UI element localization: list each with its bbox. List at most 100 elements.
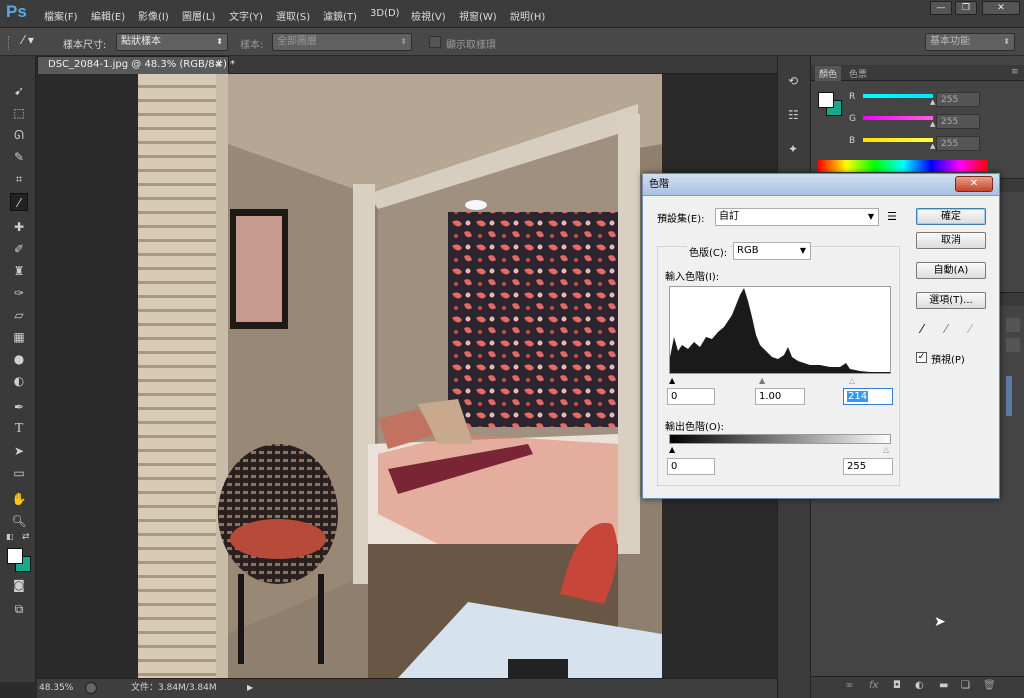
tab-close-icon[interactable]: ×: [215, 57, 223, 73]
swap-colors-icon[interactable]: ⇄: [22, 532, 30, 542]
type-tool-icon[interactable]: T: [10, 420, 28, 438]
input-black-slider-icon[interactable]: ▲: [669, 376, 675, 385]
trash-icon[interactable]: 🗑︎: [983, 680, 996, 691]
layers-scrollbar[interactable]: [1006, 376, 1012, 416]
blur-tool-icon[interactable]: ●: [10, 350, 28, 368]
close-window-button[interactable]: ✕: [982, 1, 1020, 15]
zoom-level[interactable]: 48.35%: [39, 679, 73, 697]
channel-dropdown[interactable]: RGB ▼: [733, 242, 811, 260]
quick-mask-icon[interactable]: ◙: [10, 576, 28, 594]
input-white-field[interactable]: 214: [843, 388, 893, 405]
new-layer-icon[interactable]: ❏: [961, 680, 970, 691]
menu-image[interactable]: 影像(I): [138, 8, 169, 23]
document-tab[interactable]: DSC_2084-1.jpg @ 48.3% (RGB/8#) * ×: [37, 56, 235, 74]
fx-icon[interactable]: fx: [869, 680, 878, 691]
menu-layer[interactable]: 圖層(L): [182, 8, 215, 23]
eyedropper-preset-icon[interactable]: ⁄ ▾: [22, 33, 50, 51]
channel-g-slider[interactable]: [863, 116, 933, 120]
input-gamma-slider-icon[interactable]: ▲: [759, 376, 765, 385]
stamp-tool-icon[interactable]: ♜: [10, 262, 28, 280]
gray-point-eyedropper-icon[interactable]: ⁄: [945, 322, 947, 336]
gradient-tool-icon[interactable]: ▦: [10, 328, 28, 346]
history-panel-icon[interactable]: ⟲: [788, 74, 798, 88]
screen-mode-icon[interactable]: ⧉: [10, 600, 28, 618]
sample-size-dropdown[interactable]: 點狀樣本 ⬍: [116, 33, 228, 51]
path-select-tool-icon[interactable]: ➤: [10, 442, 28, 460]
options-button[interactable]: 選項(T)...: [916, 292, 986, 309]
sample-dropdown[interactable]: 全部圖層 ⬍: [272, 33, 412, 51]
pen-tool-icon[interactable]: ✒: [10, 398, 28, 416]
input-black-field[interactable]: 0: [667, 388, 715, 405]
brush-tool-icon[interactable]: ✐: [10, 240, 28, 258]
auto-button[interactable]: 自動(A): [916, 262, 986, 279]
quick-select-tool-icon[interactable]: ✎: [10, 148, 28, 166]
hand-tool-icon[interactable]: ✋: [10, 490, 28, 508]
tab-color[interactable]: 顏色: [815, 66, 842, 81]
healing-brush-tool-icon[interactable]: ✚: [10, 218, 28, 236]
shape-tool-icon[interactable]: ▭: [10, 464, 28, 482]
menu-filter[interactable]: 濾鏡(T): [323, 8, 357, 23]
dialog-title-bar[interactable]: 色階: [643, 174, 999, 196]
channel-b-thumb[interactable]: ▲: [930, 142, 935, 150]
black-point-eyedropper-icon[interactable]: ⁄: [921, 322, 923, 336]
menu-3d[interactable]: 3D(D): [370, 8, 400, 19]
zoom-tool-icon[interactable]: 🔍︎: [10, 512, 28, 530]
menu-help[interactable]: 說明(H): [510, 8, 545, 23]
output-white-slider-icon[interactable]: △: [883, 445, 889, 454]
status-menu-arrow-icon[interactable]: ▶: [247, 679, 253, 697]
status-info-icon[interactable]: [85, 682, 97, 694]
channel-b-slider[interactable]: [863, 138, 933, 142]
document-photo[interactable]: [138, 74, 662, 678]
channel-r-thumb[interactable]: ▲: [930, 98, 935, 106]
marquee-tool-icon[interactable]: ⬚: [10, 104, 28, 122]
menu-file[interactable]: 檔案(F): [44, 8, 78, 23]
default-colors-icon[interactable]: ◧: [6, 532, 14, 541]
dialog-close-button[interactable]: ✕: [955, 176, 993, 192]
lasso-tool-icon[interactable]: ᘏ: [10, 126, 28, 144]
preset-dropdown[interactable]: 自訂 ▼: [715, 208, 879, 226]
ok-button[interactable]: 確定: [916, 208, 986, 225]
menu-window[interactable]: 視窗(W): [459, 8, 497, 23]
history-brush-tool-icon[interactable]: ✑: [10, 284, 28, 302]
eyedropper-tool-icon[interactable]: ⁄: [10, 193, 28, 211]
channel-r-slider[interactable]: [863, 94, 933, 98]
color-spectrum-bar[interactable]: [818, 160, 988, 172]
menu-select[interactable]: 選取(S): [276, 8, 310, 23]
move-tool-icon[interactable]: ➹: [10, 82, 28, 100]
workspace-dropdown[interactable]: 基本功能 ⬍: [925, 33, 1015, 51]
brush-panel-icon[interactable]: ✦: [788, 142, 798, 156]
output-white-field[interactable]: 255: [843, 458, 893, 475]
minimize-button[interactable]: —: [930, 1, 952, 15]
panel-menu-icon[interactable]: ≡: [1011, 67, 1019, 77]
input-white-slider-icon[interactable]: △: [849, 376, 855, 385]
adjustment-layer-icon[interactable]: ◐: [915, 680, 924, 691]
mask-icon[interactable]: ◘: [893, 680, 901, 691]
preview-checkbox[interactable]: ✓: [916, 352, 927, 363]
restore-button[interactable]: ❐: [955, 1, 977, 15]
menu-view[interactable]: 檢視(V): [411, 8, 446, 23]
panel-fg-swatch[interactable]: [818, 92, 834, 108]
link-layers-icon[interactable]: ∞: [845, 680, 853, 691]
white-point-eyedropper-icon[interactable]: ⁄: [969, 322, 971, 336]
preset-options-icon[interactable]: ☰: [887, 210, 897, 223]
channel-g-value[interactable]: 255: [936, 114, 980, 129]
layers-scroll-button-2[interactable]: [1006, 338, 1020, 352]
menu-type[interactable]: 文字(Y): [229, 8, 263, 23]
show-ring-checkbox[interactable]: [429, 36, 441, 48]
crop-tool-icon[interactable]: ⌗: [10, 170, 28, 188]
channel-g-thumb[interactable]: ▲: [930, 120, 935, 128]
input-gamma-field[interactable]: 1.00: [755, 388, 805, 405]
layers-scroll-button[interactable]: [1006, 318, 1020, 332]
dodge-tool-icon[interactable]: ◐: [10, 372, 28, 390]
foreground-color-swatch[interactable]: [7, 548, 23, 564]
cancel-button[interactable]: 取消: [916, 232, 986, 249]
menu-edit[interactable]: 編輯(E): [91, 8, 125, 23]
eraser-tool-icon[interactable]: ▱: [10, 306, 28, 324]
properties-panel-icon[interactable]: ☷: [788, 108, 799, 122]
channel-r-value[interactable]: 255: [936, 92, 980, 107]
output-black-field[interactable]: 0: [667, 458, 715, 475]
output-black-slider-icon[interactable]: ▲: [669, 445, 675, 454]
new-group-icon[interactable]: ▬: [939, 680, 948, 691]
tab-swatches[interactable]: 色票: [849, 67, 867, 80]
channel-b-value[interactable]: 255: [936, 136, 980, 151]
